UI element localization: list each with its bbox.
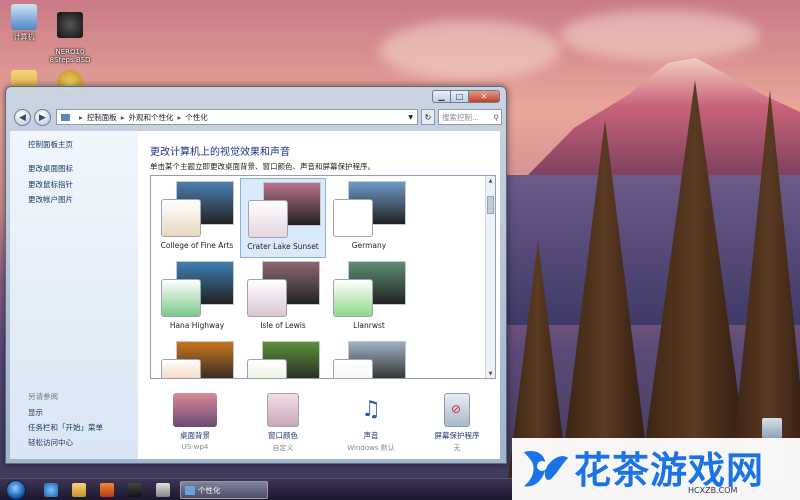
breadcrumb-appearance[interactable]: 外观和个性化 — [129, 112, 174, 123]
breadcrumb-personalization[interactable]: 个性化 — [185, 112, 208, 123]
theme-label: Isle of Lewis — [260, 321, 306, 330]
wallpaper-cloud — [560, 10, 760, 60]
app-icon[interactable] — [156, 483, 170, 497]
theme-item[interactable]: Crater Lake Sunset — [240, 178, 326, 258]
scroll-thumb[interactable] — [487, 196, 494, 214]
sidebar: 控制面板主页 更改桌面图标 更改鼠标指针 更改帐户图片 另请参阅 显示 任务栏和… — [10, 131, 138, 459]
site-watermark: 花茶游戏网 HCXZB.COM — [512, 438, 800, 500]
nero-icon — [57, 12, 83, 38]
computer-icon — [11, 4, 37, 30]
sounds-button[interactable]: ♫ 声音 Windows 默认 — [326, 393, 416, 453]
theme-label: Crater Lake Sunset — [247, 242, 319, 251]
scroll-down-icon[interactable]: ▼ — [486, 369, 495, 378]
gallery-scrollbar[interactable]: ▲ ▼ — [485, 176, 495, 378]
theme-color-swatch — [247, 279, 287, 317]
screensaver-icon: ⊘ — [444, 393, 470, 427]
window-color-icon — [267, 393, 299, 427]
wallpaper-cloud — [380, 20, 560, 80]
theme-item[interactable]: Llanrwst — [326, 258, 412, 338]
theme-color-swatch — [161, 279, 201, 317]
address-bar[interactable]: ▸ 控制面板 ▸ 外观和个性化 ▸ 个性化 ▼ — [56, 109, 418, 125]
start-button[interactable] — [6, 480, 26, 500]
theme-label: Germany — [351, 241, 387, 250]
theme-item[interactable] — [326, 338, 412, 378]
theme-item[interactable]: Hana Highway — [154, 258, 240, 338]
control-panel-icon — [61, 113, 70, 121]
watermark-url: HCXZB.COM — [688, 486, 738, 495]
scroll-up-icon[interactable]: ▲ — [486, 176, 495, 185]
window-color-button[interactable]: 窗口颜色 自定义 — [238, 393, 328, 453]
page-title: 更改计算机上的视觉效果和声音 — [150, 147, 290, 158]
desktop-background-button[interactable]: 桌面背景 US-wp4 — [150, 393, 240, 451]
breadcrumb-control-panel[interactable]: 控制面板 — [87, 112, 117, 123]
ie-icon[interactable] — [44, 483, 58, 497]
app-icon[interactable] — [128, 483, 142, 497]
theme-color-swatch — [333, 359, 373, 378]
desktop-icon-nero[interactable]: NERO10 8Steps BSD — [40, 4, 100, 64]
theme-item[interactable] — [240, 338, 326, 378]
window-controls: ▁ □ ✕ — [432, 90, 500, 103]
explorer-icon[interactable] — [72, 483, 86, 497]
sidebar-link-ease-of-access[interactable]: 轻松访问中心 — [28, 437, 73, 448]
sidebar-link-display[interactable]: 显示 — [28, 407, 43, 418]
theme-item[interactable]: Germany — [326, 178, 412, 258]
theme-color-swatch — [333, 279, 373, 317]
theme-gallery: College of Fine Arts Crater Lake Sunset Ge… — [150, 175, 496, 379]
sidebar-link-taskbar[interactable]: 任务栏和「开始」菜单 — [28, 422, 103, 433]
refresh-button[interactable]: ↻ — [421, 109, 435, 125]
theme-item[interactable]: Isle of Lewis — [240, 258, 326, 338]
theme-item[interactable] — [154, 338, 240, 378]
search-input[interactable]: 搜索控制... ⚲ — [438, 109, 502, 125]
sidebar-link-desktop-icons[interactable]: 更改桌面图标 — [28, 163, 73, 174]
screensaver-button[interactable]: ⊘ 屏幕保护程序 无 — [412, 393, 502, 453]
theme-label: Llanrwst — [353, 321, 385, 330]
theme-label: College of Fine Arts — [160, 241, 234, 250]
main-content: 更改计算机上的视觉效果和声音 单击某个主题立即更改桌面背景、窗口颜色、声音和屏幕… — [138, 131, 500, 459]
sidebar-see-also-header: 另请参阅 — [28, 392, 58, 401]
page-subtitle: 单击某个主题立即更改桌面背景、窗口颜色、声音和屏幕保护程序。 — [150, 162, 375, 171]
theme-color-swatch — [161, 199, 201, 237]
sidebar-link-account-picture[interactable]: 更改帐户图片 — [28, 194, 73, 205]
sidebar-home-link[interactable]: 控制面板主页 — [28, 139, 73, 150]
sidebar-link-mouse-pointers[interactable]: 更改鼠标指针 — [28, 179, 73, 190]
minimize-button[interactable]: ▁ — [432, 90, 450, 103]
personalization-window: ▁ □ ✕ ◀ ▶ ▸ 控制面板 ▸ 外观和个性化 ▸ 个性化 ▼ ↻ 搜索控制… — [5, 86, 507, 464]
forward-button[interactable]: ▶ — [34, 109, 51, 126]
theme-color-swatch — [247, 359, 287, 378]
theme-color-swatch — [333, 199, 373, 237]
watermark-logo-icon — [524, 450, 568, 487]
taskbar-item-personalization[interactable]: 个性化 — [180, 481, 268, 499]
wallpaper-mountain — [525, 58, 800, 178]
maximize-button[interactable]: □ — [450, 90, 468, 103]
back-button[interactable]: ◀ — [14, 109, 31, 126]
recycle-bin-icon[interactable] — [762, 418, 782, 440]
sounds-icon: ♫ — [361, 397, 381, 422]
theme-item[interactable]: College of Fine Arts — [154, 178, 240, 258]
close-button[interactable]: ✕ — [468, 90, 500, 103]
control-panel-icon — [185, 485, 195, 495]
search-icon: ⚲ — [493, 112, 500, 122]
theme-color-swatch — [248, 200, 288, 238]
navigation-bar: ◀ ▶ ▸ 控制面板 ▸ 外观和个性化 ▸ 个性化 ▼ ↻ 搜索控制... ⚲ — [10, 107, 504, 129]
desktop-background-icon — [173, 393, 217, 427]
theme-settings-bar: 桌面背景 US-wp4 窗口颜色 自定义 ♫ 声音 Windows 默认 ⊘ 屏… — [138, 393, 500, 457]
theme-color-swatch — [161, 359, 201, 378]
app-icon[interactable] — [100, 483, 114, 497]
chevron-down-icon[interactable]: ▼ — [408, 114, 413, 121]
theme-label: Hana Highway — [169, 321, 225, 330]
